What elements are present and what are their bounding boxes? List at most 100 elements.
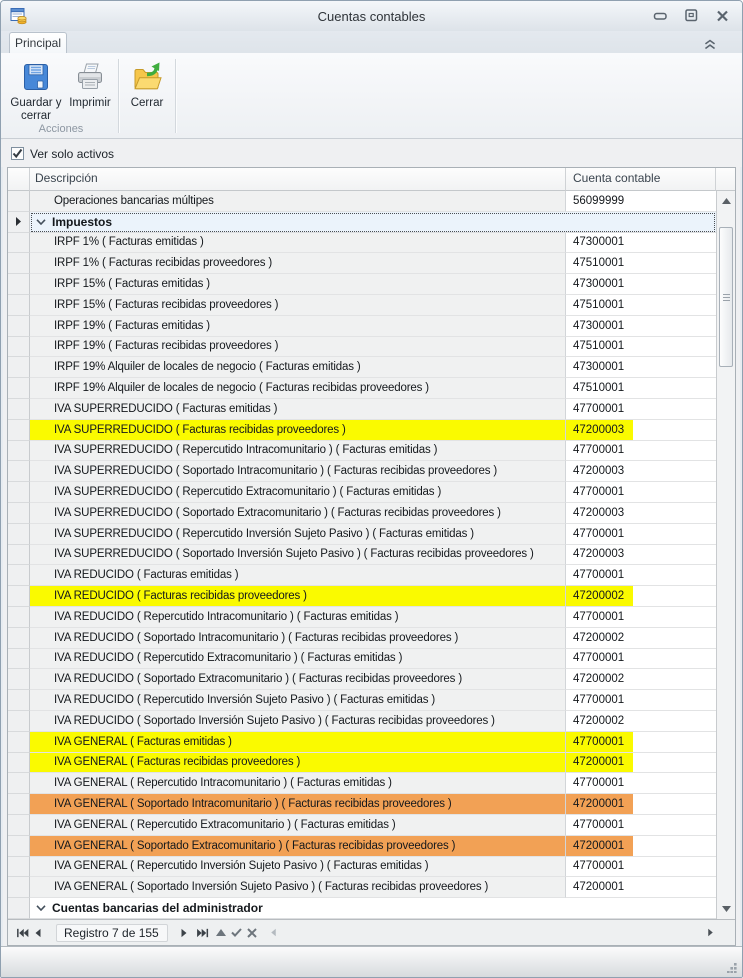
account-cell[interactable]: 47200001 [566, 836, 716, 857]
account-cell[interactable]: 47700001 [566, 399, 716, 420]
description-cell[interactable]: IVA SUPERREDUCIDO ( Repercutido Inversió… [30, 524, 566, 545]
close-button[interactable] [715, 9, 730, 22]
description-cell[interactable]: IVA SUPERREDUCIDO ( Repercutido Intracom… [30, 441, 566, 462]
ribbon-collapse-button[interactable] [704, 37, 716, 48]
table-row[interactable]: IVA SUPERREDUCIDO ( Repercutido Extracom… [8, 482, 716, 503]
account-cell[interactable]: 47510001 [566, 295, 716, 316]
account-cell[interactable]: 47510001 [566, 337, 716, 358]
minimize-button[interactable] [653, 9, 668, 22]
description-cell[interactable]: IRPF 1% ( Facturas recibidas proveedores… [30, 253, 566, 274]
description-cell[interactable]: IVA SUPERREDUCIDO ( Facturas recibidas p… [30, 420, 566, 441]
account-cell[interactable]: 47700001 [566, 441, 716, 462]
hscroll-right-button[interactable] [705, 925, 715, 941]
account-cell[interactable]: 47700001 [566, 524, 716, 545]
description-cell[interactable]: IVA GENERAL ( Soportado Extracomunitario… [30, 836, 566, 857]
table-row[interactable]: IVA SUPERREDUCIDO ( Facturas recibidas p… [8, 420, 716, 441]
table-row[interactable]: IVA REDUCIDO ( Repercutido Intracomunita… [8, 607, 716, 628]
description-cell[interactable]: IVA GENERAL ( Soportado Intracomunitario… [30, 794, 566, 815]
account-cell[interactable]: 47200002 [566, 669, 716, 690]
table-row[interactable]: IRPF 15% ( Facturas emitidas )47300001 [8, 274, 716, 295]
table-row[interactable]: IRPF 1% ( Facturas emitidas )47300001 [8, 233, 716, 254]
account-cell[interactable]: 47700001 [566, 815, 716, 836]
description-cell[interactable]: IVA REDUCIDO ( Facturas emitidas ) [30, 565, 566, 586]
table-row[interactable]: IVA REDUCIDO ( Facturas recibidas provee… [8, 586, 716, 607]
account-cell[interactable]: 47700001 [566, 690, 716, 711]
description-cell[interactable]: IVA REDUCIDO ( Repercutido Intracomunita… [30, 607, 566, 628]
table-row[interactable]: IVA GENERAL ( Soportado Extracomunitario… [8, 836, 716, 857]
maximize-button[interactable] [684, 9, 699, 22]
description-cell[interactable]: IRPF 15% ( Facturas emitidas ) [30, 274, 566, 295]
table-row[interactable]: IRPF 19% ( Facturas emitidas )47300001 [8, 316, 716, 337]
description-cell[interactable]: IVA REDUCIDO ( Soportado Inversión Sujet… [30, 711, 566, 732]
account-cell[interactable]: 47510001 [566, 378, 716, 399]
account-cell[interactable]: 47700001 [566, 732, 716, 753]
account-cell[interactable]: 47700001 [566, 857, 716, 878]
close-form-button[interactable]: Cerrar [123, 58, 171, 134]
description-cell[interactable]: IVA REDUCIDO ( Soportado Extracomunitari… [30, 669, 566, 690]
description-cell[interactable]: IVA GENERAL ( Repercutido Inversión Suje… [30, 857, 566, 878]
table-row[interactable]: IVA SUPERREDUCIDO ( Repercutido Intracom… [8, 441, 716, 462]
account-cell[interactable]: 47300001 [566, 357, 716, 378]
table-row[interactable]: IVA REDUCIDO ( Soportado Intracomunitari… [8, 628, 716, 649]
description-cell[interactable]: IRPF 15% ( Facturas recibidas proveedore… [30, 295, 566, 316]
table-row[interactable]: IVA SUPERREDUCIDO ( Soportado Inversión … [8, 545, 716, 566]
description-cell[interactable]: IVA GENERAL ( Facturas emitidas ) [30, 732, 566, 753]
description-cell[interactable]: IRPF 19% ( Facturas recibidas proveedore… [30, 337, 566, 358]
account-cell[interactable]: 47200003 [566, 545, 716, 566]
table-row[interactable]: IVA REDUCIDO ( Repercutido Extracomunita… [8, 649, 716, 670]
table-row[interactable]: IVA REDUCIDO ( Facturas emitidas )477000… [8, 565, 716, 586]
table-row[interactable]: IVA GENERAL ( Repercutido Intracomunitar… [8, 773, 716, 794]
description-cell[interactable]: IRPF 19% Alquiler de locales de negocio … [30, 378, 566, 399]
description-cell[interactable]: IVA REDUCIDO ( Soportado Intracomunitari… [30, 628, 566, 649]
table-row[interactable]: IRPF 19% Alquiler de locales de negocio … [8, 378, 716, 399]
table-row[interactable]: IVA GENERAL ( Facturas emitidas )4770000… [8, 732, 716, 753]
append-record-button[interactable] [215, 925, 227, 941]
scroll-up-button[interactable] [717, 195, 735, 207]
first-record-button[interactable] [14, 925, 30, 941]
account-cell[interactable]: 47200003 [566, 461, 716, 482]
account-cell[interactable]: 47510001 [566, 253, 716, 274]
account-cell[interactable]: 47300001 [566, 233, 716, 254]
show-active-only-checkbox[interactable] [11, 147, 24, 160]
table-row[interactable]: Operaciones bancarias múltipes56099999 [8, 191, 716, 212]
table-row[interactable]: IVA GENERAL ( Repercutido Extracomunitar… [8, 815, 716, 836]
table-row[interactable]: IVA SUPERREDUCIDO ( Facturas emitidas )4… [8, 399, 716, 420]
table-row[interactable]: IVA REDUCIDO ( Repercutido Inversión Suj… [8, 690, 716, 711]
description-cell[interactable]: IVA SUPERREDUCIDO ( Soportado Intracomun… [30, 461, 566, 482]
group-row[interactable]: Impuestos [8, 212, 716, 233]
account-cell[interactable]: 47200002 [566, 586, 716, 607]
description-cell[interactable]: IRPF 1% ( Facturas emitidas ) [30, 233, 566, 254]
cancel-edit-button[interactable] [246, 925, 258, 941]
description-cell[interactable]: IVA GENERAL ( Facturas recibidas proveed… [30, 753, 566, 774]
account-cell[interactable]: 47700001 [566, 649, 716, 670]
vertical-scrollbar[interactable] [716, 191, 735, 919]
description-cell[interactable]: IVA GENERAL ( Repercutido Extracomunitar… [30, 815, 566, 836]
next-record-button[interactable] [178, 925, 190, 941]
table-row[interactable]: IRPF 19% Alquiler de locales de negocio … [8, 357, 716, 378]
description-cell[interactable]: IVA SUPERREDUCIDO ( Soportado Inversión … [30, 545, 566, 566]
account-cell[interactable]: 47200001 [566, 877, 716, 898]
group-row-cell[interactable]: Impuestos [30, 212, 716, 233]
description-cell[interactable]: IRPF 19% ( Facturas emitidas ) [30, 316, 566, 337]
table-row[interactable]: IVA SUPERREDUCIDO ( Repercutido Inversió… [8, 524, 716, 545]
table-row[interactable]: IVA SUPERREDUCIDO ( Soportado Intracomun… [8, 461, 716, 482]
table-row[interactable]: IVA GENERAL ( Repercutido Inversión Suje… [8, 857, 716, 878]
group-row[interactable]: Cuentas bancarias del administrador [8, 898, 716, 919]
account-cell[interactable]: 47200002 [566, 711, 716, 732]
description-cell[interactable]: IVA GENERAL ( Repercutido Intracomunitar… [30, 773, 566, 794]
scrollbar-thumb[interactable] [719, 227, 733, 367]
account-cell[interactable]: 47700001 [566, 773, 716, 794]
column-header-cuenta-contable[interactable]: Cuenta contable [566, 168, 716, 191]
group-row-cell[interactable]: Cuentas bancarias del administrador [30, 898, 716, 919]
description-cell[interactable]: IVA REDUCIDO ( Repercutido Extracomunita… [30, 649, 566, 670]
scroll-down-button[interactable] [717, 903, 735, 915]
resize-grip[interactable] [727, 962, 738, 973]
account-cell[interactable]: 47700001 [566, 607, 716, 628]
account-cell[interactable]: 47200003 [566, 420, 716, 441]
table-row[interactable]: IRPF 1% ( Facturas recibidas proveedores… [8, 253, 716, 274]
account-cell[interactable]: 56099999 [566, 191, 716, 212]
description-cell[interactable]: IRPF 19% Alquiler de locales de negocio … [30, 357, 566, 378]
description-cell[interactable]: IVA REDUCIDO ( Facturas recibidas provee… [30, 586, 566, 607]
table-row[interactable]: IRPF 19% ( Facturas recibidas proveedore… [8, 337, 716, 358]
account-cell[interactable]: 47200001 [566, 753, 716, 774]
